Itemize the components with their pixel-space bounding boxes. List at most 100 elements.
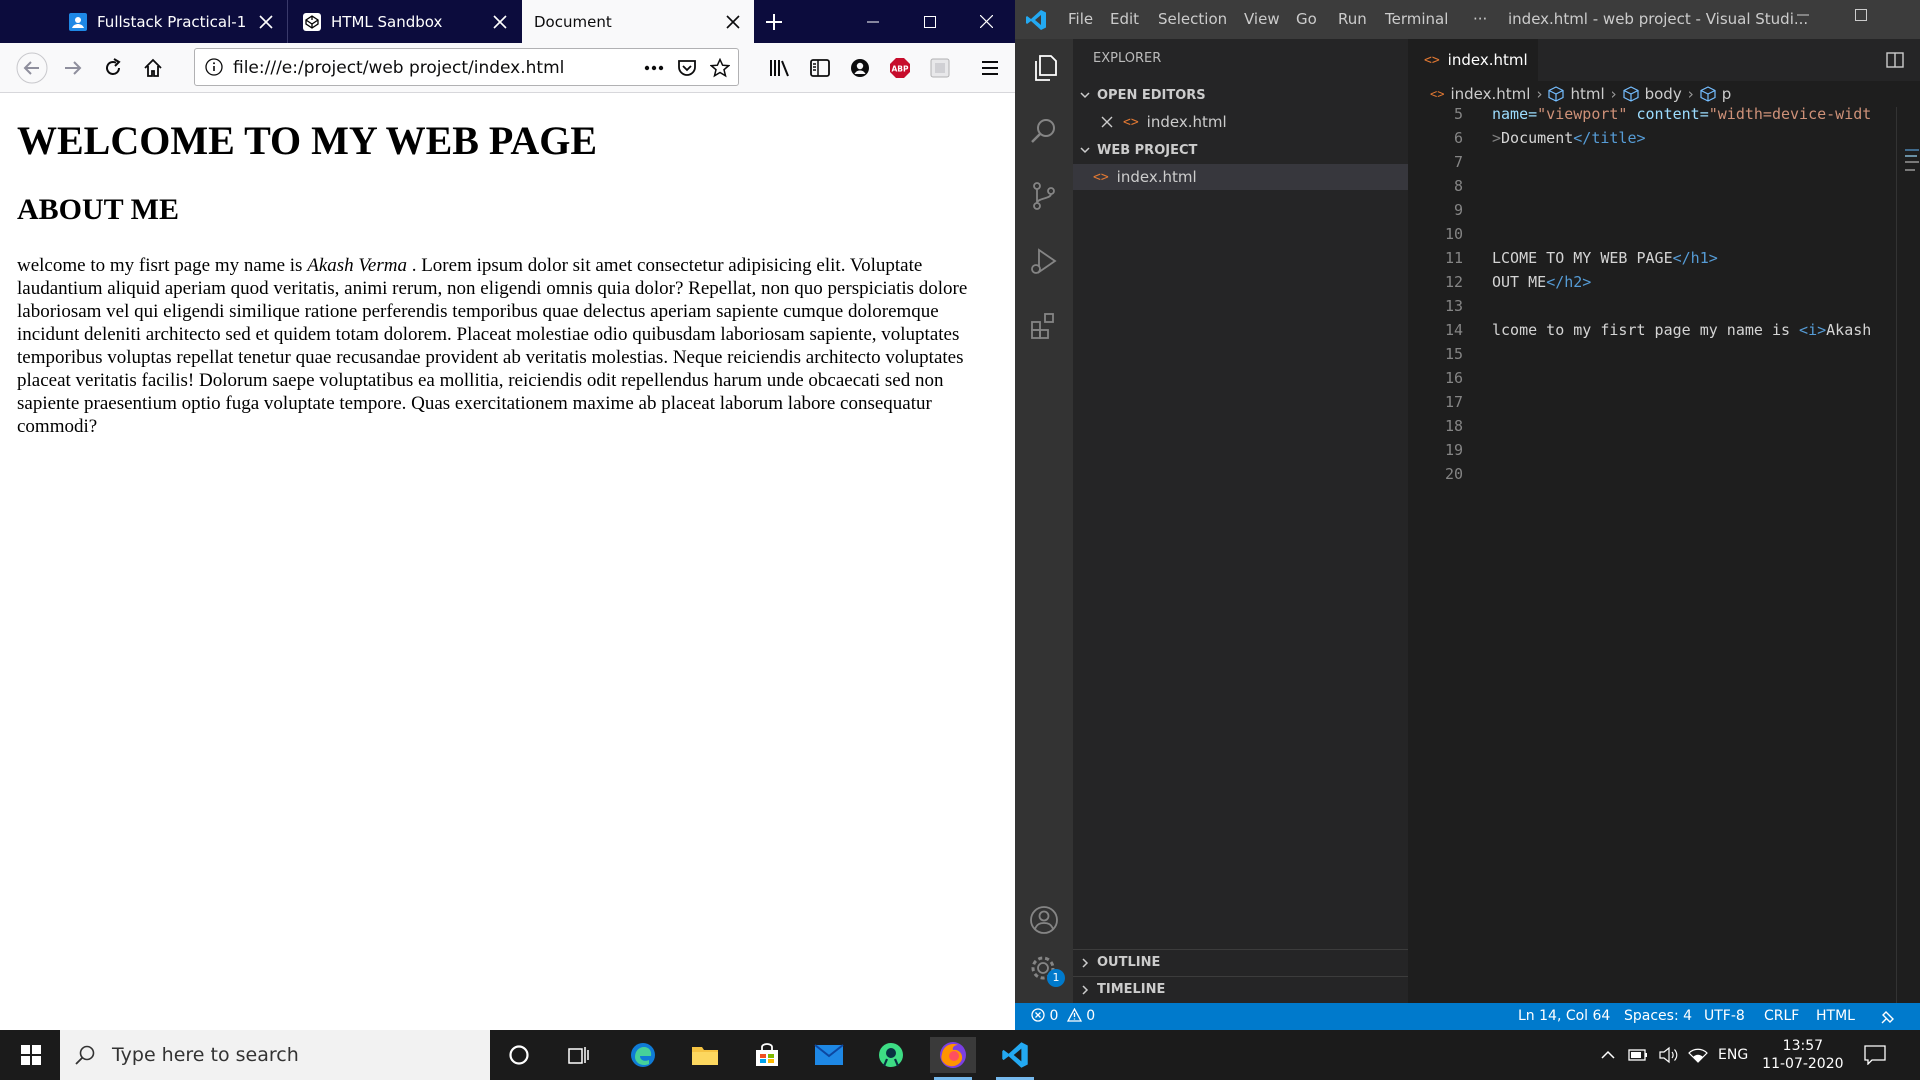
notification-center-icon[interactable] [1863,1045,1886,1065]
tab-html-sandbox[interactable]: HTML Sandbox [289,0,521,43]
cortana-button[interactable] [496,1037,542,1073]
element-cube-icon [1700,86,1716,102]
folder-icon [692,1047,718,1065]
adblock-button[interactable]: ABP [884,52,916,84]
reload-icon [106,58,121,75]
menu-file[interactable]: File [1068,10,1093,28]
close-window-button[interactable] [958,0,1015,43]
input-language[interactable]: ENG [1718,1047,1748,1063]
chevron-down-icon [1080,92,1090,99]
start-button[interactable] [8,1037,54,1073]
home-button[interactable] [137,52,169,84]
feedback-icon[interactable] [1880,1009,1896,1025]
tab-document[interactable]: Document [522,0,754,43]
account-button[interactable] [844,52,876,84]
codepen-icon [303,12,321,31]
store-button[interactable] [744,1037,790,1073]
info-icon[interactable] [205,58,223,76]
project-file-item[interactable]: <> index.html [1073,164,1408,190]
task-view-button[interactable] [556,1037,602,1073]
minimize-button[interactable] [1797,5,1827,35]
file-name: index.html [1146,113,1227,131]
explorer-icon[interactable] [1027,51,1061,85]
maximize-button[interactable] [1855,5,1885,35]
timeline-section[interactable]: TIMELINE [1073,976,1408,1002]
code-token: "width=device-widt [1708,105,1872,123]
menu-run[interactable]: Run [1338,10,1367,28]
close-tab-icon[interactable] [251,7,281,37]
maximize-icon [923,15,936,28]
web-project-section[interactable]: WEB PROJECT [1073,137,1408,163]
mail-button[interactable] [806,1037,852,1073]
problems-indicator[interactable]: 0 0 [1031,1008,1095,1024]
open-editors-section[interactable]: OPEN EDITORS [1073,82,1408,108]
minimap-scrollbar[interactable] [1896,107,1920,1003]
menu-go[interactable]: Go [1296,10,1317,28]
firefox-toolbar: file:///e:/project/web project/index.htm… [0,43,1015,93]
tab-fullstack-practical[interactable]: Fullstack Practical-1 [55,0,288,43]
menu-terminal[interactable]: Terminal [1385,10,1448,28]
source-control-icon[interactable] [1027,179,1061,213]
line-number: 19 [1444,441,1463,459]
search-icon[interactable] [1027,114,1061,148]
encoding[interactable]: UTF-8 [1704,1008,1745,1024]
clock[interactable]: 13:57 11-07-2020 [1762,1037,1843,1073]
code-token: "viewport" [1537,105,1628,123]
android-studio-icon [879,1043,903,1067]
breadcrumb-item[interactable]: body [1645,85,1682,103]
menu-selection[interactable]: Selection [1158,10,1227,28]
wifi-icon[interactable] [1688,1046,1708,1064]
code-line: 16 [1408,369,1920,393]
breadcrumb-item[interactable]: index.html [1450,85,1530,103]
android-studio-button[interactable] [868,1037,914,1073]
status-bar: 0 0 Ln 14, Col 64 Spaces: 4 UTF-8 CRLF H… [1015,1003,1920,1030]
page-actions-icon[interactable] [641,55,667,81]
pocket-icon[interactable] [674,55,700,81]
vscode-taskbar-button[interactable] [992,1037,1038,1080]
menu-more[interactable]: ··· [1473,10,1487,28]
chevron-right-icon [1082,957,1089,968]
extension-button[interactable] [924,52,956,84]
chevron-up-icon[interactable] [1600,1047,1616,1063]
language-mode[interactable]: HTML [1816,1008,1855,1024]
account-icon [851,59,869,77]
menu-edit[interactable]: Edit [1110,10,1139,28]
forward-button[interactable] [57,52,89,84]
sidebar-button[interactable] [804,52,836,84]
close-tab-icon[interactable] [718,7,748,37]
breadcrumb-item[interactable]: p [1722,85,1732,103]
reload-button[interactable] [97,52,129,84]
editor-tab-index-html[interactable]: <> index.html [1408,39,1538,81]
new-tab-button[interactable] [758,6,790,38]
run-debug-icon[interactable] [1027,244,1061,278]
cursor-position[interactable]: Ln 14, Col 64 [1518,1008,1610,1024]
battery-icon[interactable] [1628,1048,1648,1062]
close-tab-icon[interactable] [485,7,515,37]
outline-section[interactable]: OUTLINE [1073,949,1408,975]
open-editor-item[interactable]: <> index.html [1073,109,1408,135]
extensions-icon[interactable] [1027,309,1061,343]
menu-view[interactable]: View [1244,10,1280,28]
bookmark-star-icon[interactable] [707,55,733,81]
breadcrumb-item[interactable]: html [1570,85,1604,103]
taskbar-search-box[interactable]: Type here to search [60,1030,490,1080]
split-editor-icon[interactable] [1886,52,1904,68]
firefox-taskbar-button[interactable] [930,1037,976,1080]
menu-button[interactable] [974,52,1006,84]
svg-text:ABP: ABP [891,65,909,74]
accounts-icon[interactable] [1027,903,1061,937]
file-explorer-button[interactable] [682,1037,728,1073]
library-button[interactable] [764,52,796,84]
indentation[interactable]: Spaces: 4 [1624,1008,1692,1024]
minimize-button[interactable] [844,0,901,43]
end-of-line[interactable]: CRLF [1764,1008,1799,1024]
edge-button[interactable] [620,1037,666,1073]
editor-area: <> index.html <> index.html › html › bod… [1408,39,1920,1003]
back-button[interactable] [16,52,48,84]
code-line: 17 [1408,393,1920,417]
plus-icon [766,14,782,30]
maximize-button[interactable] [901,0,958,43]
volume-icon[interactable] [1658,1046,1678,1064]
url-bar[interactable]: file:///e:/project/web project/index.htm… [194,48,739,86]
firefox-icon [940,1042,966,1068]
